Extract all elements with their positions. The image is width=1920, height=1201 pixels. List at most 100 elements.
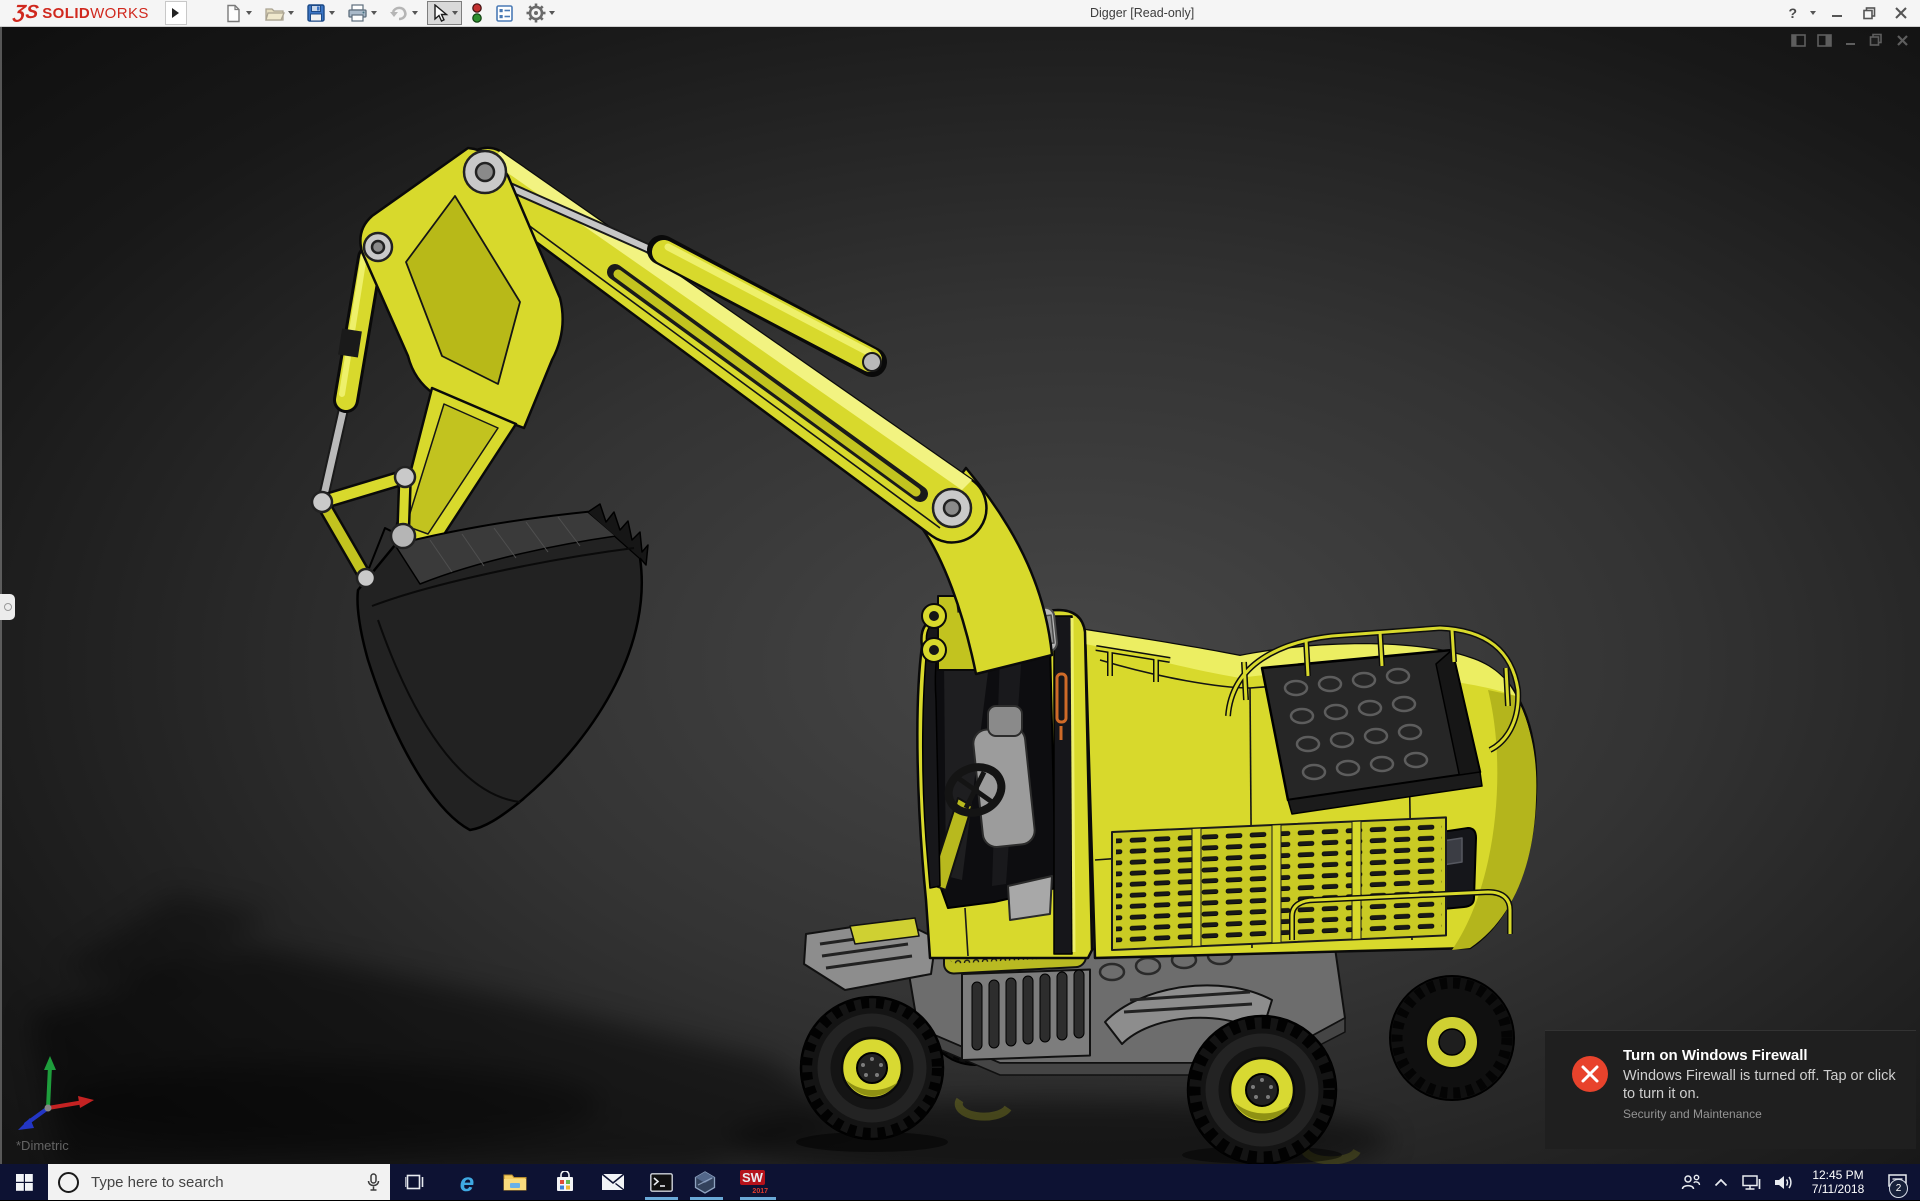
search-input[interactable] [89,1163,367,1201]
windows-logo-icon [15,1173,33,1191]
panel-tab-dot-icon [3,603,12,611]
collapsed-panel-tab[interactable] [0,594,15,620]
notification-count-badge: 2 [1889,1179,1908,1198]
help-caret[interactable] [1810,11,1816,15]
taskbar-file-explorer[interactable] [498,1164,532,1200]
new-document-icon [227,4,240,22]
close-icon [1895,7,1907,19]
notification-source: Security and Maintenance [1623,1107,1762,1121]
restore-button[interactable] [1858,2,1880,24]
notification-body: Windows Firewall is turned off. Tap or c… [1623,1068,1896,1102]
save-caret[interactable] [328,11,335,15]
solidworks-window: ƷS SOLID WORKS Digger [Read-only] ? *Dim… [0,0,1920,1201]
new-document-caret[interactable] [245,11,252,15]
view-traffic-light-button[interactable] [468,1,486,25]
ds-logo-mark: ƷS [12,2,40,23]
mail-icon [601,1173,625,1191]
pane-left-button[interactable] [1790,32,1806,48]
edge-icon: e [459,1167,475,1197]
window-title: Digger [Read-only] [1090,6,1195,20]
menu-flyout-button[interactable] [164,1,187,25]
display-settings-button[interactable] [492,1,517,25]
doc-minimize-icon [1845,42,1855,45]
brand-solid: SOLID [42,4,91,22]
select-caret[interactable] [451,11,458,15]
people-icon[interactable] [1681,1174,1701,1190]
hidden-icons-chevron[interactable] [1714,1178,1728,1187]
minimize-icon [1832,15,1842,17]
doc-minimize-button[interactable] [1842,32,1858,48]
body-engine-housing [1083,625,1538,960]
options-button[interactable] [523,1,558,25]
taskbar-clock[interactable]: 12:45 PM 7/11/2018 [1807,1168,1869,1196]
doc-restore-button[interactable] [1868,32,1884,48]
display-settings-icon [495,4,513,22]
clock-date: 7/11/2018 [1811,1182,1865,1196]
taskbar-command-prompt[interactable] [644,1164,678,1200]
solidworks-logo: ƷS SOLID WORKS [12,2,149,24]
start-button[interactable] [0,1164,48,1200]
command-prompt-icon [649,1172,673,1192]
windows-taskbar: e [0,1163,1920,1201]
edrawings-hexagon-icon [694,1170,716,1194]
doc-close-button[interactable] [1894,32,1910,48]
taskbar-edge[interactable]: e [450,1164,484,1200]
solidworks-icon-year: 2017 [752,1188,768,1195]
save-button[interactable] [303,1,338,25]
taskbar-edrawings[interactable] [688,1164,722,1200]
notification-title: Turn on Windows Firewall [1623,1047,1808,1064]
traffic-light-icon [471,2,482,23]
restore-icon [1862,6,1875,19]
pane-right-button[interactable] [1816,32,1832,48]
close-button[interactable] [1890,2,1912,24]
cortana-icon [58,1171,79,1193]
select-cursor-icon [434,3,449,22]
solidworks-icon-label: SW [740,1170,765,1185]
side-vents [1111,816,1447,952]
help-button[interactable]: ? [1788,5,1797,21]
taskbar-search[interactable] [48,1163,390,1201]
taskbar-mail[interactable] [596,1164,630,1200]
solidworks-2017-icon: SW 2017 [740,1170,768,1195]
view-orientation-label: *Dimetric [16,1138,69,1153]
open-icon [264,7,285,21]
pane-right-icon [1816,33,1832,47]
doc-close-icon [1896,34,1908,46]
undo-button[interactable] [386,1,421,25]
clock-time: 12:45 PM [1812,1168,1864,1182]
pane-left-icon [1790,33,1806,47]
open-caret[interactable] [287,11,294,15]
error-icon [1572,1056,1608,1092]
open-button[interactable] [261,1,297,25]
document-window-controls [1790,32,1910,48]
taskbar-solidworks[interactable]: SW 2017 [736,1164,770,1200]
microphone-icon[interactable] [367,1172,380,1192]
wheel-rear-right [1389,975,1515,1101]
taskbar-store[interactable] [548,1164,582,1200]
flyout-arrow-icon [172,8,180,18]
gear-icon [526,3,546,23]
undo-caret[interactable] [411,11,418,15]
action-center-button[interactable]: 2 [1882,1164,1912,1200]
select-button[interactable] [426,1,462,25]
system-tray: 12:45 PM 7/11/2018 2 [1681,1164,1920,1200]
print-icon [348,4,367,22]
new-document-button[interactable] [221,1,255,25]
undo-icon [389,6,407,21]
minimize-button[interactable] [1826,2,1848,24]
print-button[interactable] [344,1,380,25]
save-icon [307,4,325,22]
firewall-notification[interactable]: Turn on Windows Firewall Windows Firewal… [1545,1030,1916,1149]
volume-icon[interactable] [1774,1174,1794,1191]
network-icon[interactable] [1741,1174,1761,1191]
brand-works: WORKS [90,4,149,22]
options-caret[interactable] [548,11,555,15]
3d-viewport[interactable] [0,0,1920,1200]
task-view-button[interactable] [398,1164,432,1200]
task-view-icon [405,1174,424,1190]
print-caret[interactable] [370,11,377,15]
store-icon [557,1171,573,1191]
title-bar: ƷS SOLID WORKS Digger [Read-only] ? [0,0,1920,27]
radiator-block [1260,648,1483,815]
doc-restore-icon [1869,33,1882,46]
